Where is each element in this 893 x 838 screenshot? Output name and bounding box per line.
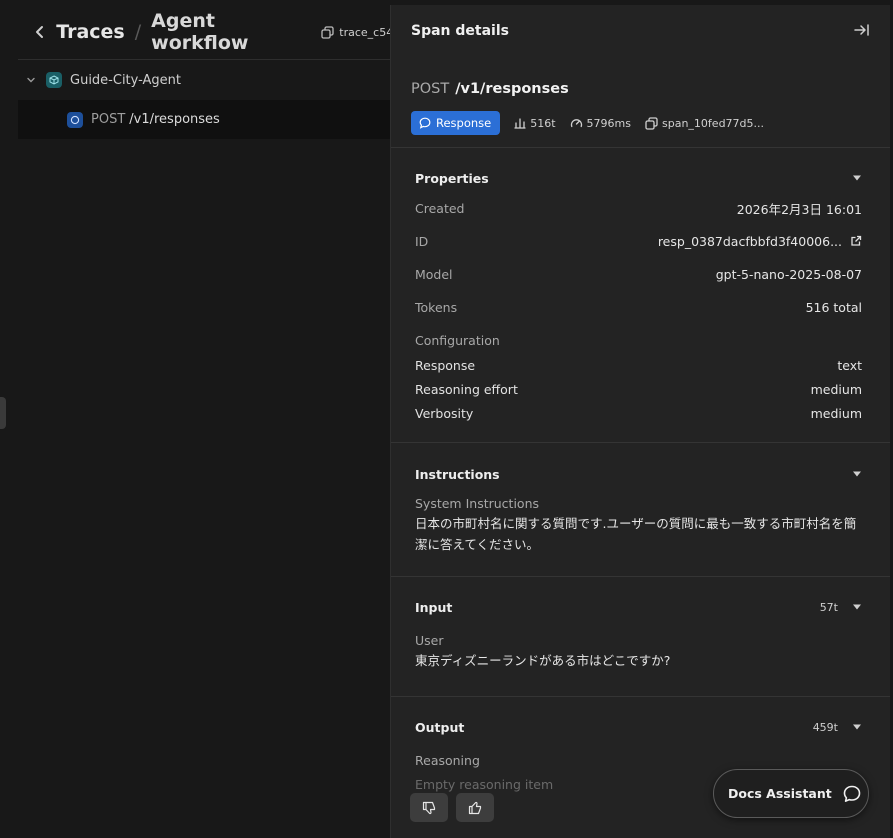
reasoning-effort-label: Reasoning effort <box>415 381 518 397</box>
chevron-left-icon <box>33 25 47 39</box>
input-heading: Input <box>415 599 453 615</box>
agent-label: Guide-City-Agent <box>70 72 182 88</box>
collapse-panel-icon[interactable] <box>854 23 870 37</box>
bar-chart-icon <box>514 118 526 129</box>
reasoning-effort-row: Reasoning effort medium <box>415 379 862 399</box>
properties-section-header[interactable]: Properties <box>415 168 862 188</box>
external-link-icon[interactable] <box>850 235 862 247</box>
chevron-down-icon[interactable] <box>26 75 40 85</box>
thumbs-down-button[interactable] <box>410 793 448 822</box>
response-chat-icon <box>67 111 83 128</box>
caret-down-icon[interactable] <box>852 174 862 182</box>
caret-down-icon[interactable] <box>852 470 862 478</box>
response-format-label: Response <box>415 357 476 373</box>
trace-tree-pane: Traces / Agent workflow trace_c54e Guide… <box>0 0 400 838</box>
span-details-panel: Span details POST/v1/responses Response … <box>390 5 890 838</box>
created-value: 2026年2月3日 16:01 <box>736 201 862 217</box>
configuration-label: Configuration <box>415 332 500 348</box>
divider <box>391 576 890 577</box>
span-title: POST/v1/responses <box>411 81 569 97</box>
tokens-row: Tokens 516 total <box>415 297 862 317</box>
copy-icon <box>645 116 658 130</box>
tokens-meta-value: 516t <box>530 116 556 130</box>
divider <box>391 696 890 697</box>
span-title-path: /v1/responses <box>455 81 569 97</box>
span-path: /v1/responses <box>129 112 220 127</box>
created-label: Created <box>415 200 465 216</box>
gauge-icon <box>570 119 582 128</box>
system-instructions-text: 日本の市町村名に関する質問です.ユーザーの質問に最も一致する市町村名を簡潔に答え… <box>415 516 857 552</box>
model-row: Model gpt-5-nano-2025-08-07 <box>415 264 862 284</box>
input-token-count: 57t <box>819 600 838 614</box>
duration-meta-value: 5796ms <box>586 116 631 130</box>
reasoning-label: Reasoning <box>415 753 480 768</box>
reasoning-text: Empty reasoning item <box>415 777 554 792</box>
thumbs-up-icon <box>468 801 482 815</box>
thumbs-up-button[interactable] <box>456 793 494 822</box>
response-badge[interactable]: Response <box>411 111 501 135</box>
divider <box>391 442 890 443</box>
id-label: ID <box>415 233 429 249</box>
breadcrumb-separator: / <box>134 21 142 43</box>
tokens-label: Tokens <box>415 299 458 315</box>
span-id[interactable]: span_10fed77d5... <box>645 117 764 130</box>
docs-assistant-button[interactable]: Docs Assistant <box>713 769 869 818</box>
created-row: Created 2026年2月3日 16:01 <box>415 198 862 218</box>
tokens-value: 516 total <box>805 299 862 315</box>
back-button[interactable] <box>30 21 50 43</box>
span-id-value: span_10fed77d5... <box>662 116 765 130</box>
reasoning-effort-value: medium <box>810 381 862 397</box>
response-format-value: text <box>837 357 862 373</box>
model-label: Model <box>415 266 453 282</box>
id-value[interactable]: resp_0387dacfbbfd3f40006... <box>658 234 842 249</box>
caret-down-icon[interactable] <box>852 723 862 731</box>
docs-assistant-label: Docs Assistant <box>728 786 832 801</box>
span-title-method: POST <box>411 81 450 97</box>
id-row: ID resp_0387dacfbbfd3f40006... <box>415 231 862 251</box>
response-format-row: Response text <box>415 355 862 375</box>
span-meta-row: Response 516t 5796ms span_10fed77d5... <box>411 111 764 135</box>
output-token-count: 459t <box>812 720 838 734</box>
output-heading: Output <box>415 719 465 735</box>
chat-icon <box>419 117 431 129</box>
instructions-section-header[interactable]: Instructions <box>415 464 862 484</box>
input-role-label: User <box>415 633 444 648</box>
verbosity-row: Verbosity medium <box>415 403 862 423</box>
caret-down-icon[interactable] <box>852 603 862 611</box>
output-section-header[interactable]: Output 459t <box>415 717 862 737</box>
tokens-meta: 516t <box>514 116 556 130</box>
panel-title: Span details <box>411 23 509 39</box>
duration-meta: 5796ms <box>570 117 631 130</box>
verbosity-value: medium <box>810 405 862 421</box>
copy-icon[interactable] <box>321 25 334 39</box>
panel-header: Span details <box>391 5 890 60</box>
resize-handle[interactable] <box>0 397 6 429</box>
header-divider <box>18 59 398 60</box>
chat-bubble-icon <box>842 784 862 804</box>
agent-cube-icon <box>46 72 62 88</box>
instructions-heading: Instructions <box>415 466 500 482</box>
breadcrumb: Traces / Agent workflow trace_c54e <box>30 10 400 54</box>
properties-heading: Properties <box>415 170 489 186</box>
input-section-header[interactable]: Input 57t <box>415 597 862 617</box>
divider <box>391 147 890 148</box>
response-badge-label: Response <box>436 116 492 130</box>
breadcrumb-traces-link[interactable]: Traces <box>56 21 125 43</box>
breadcrumb-workflow: Agent workflow <box>151 10 249 54</box>
span-method: POST <box>91 112 126 127</box>
thumbs-down-icon <box>422 801 436 815</box>
system-instructions-label: System Instructions <box>415 496 539 511</box>
input-message-text: 東京ディズニーランドがある市はどこですか? <box>415 653 671 668</box>
verbosity-label: Verbosity <box>415 405 474 421</box>
tree-item-response-span[interactable]: POST /v1/responses <box>18 100 398 139</box>
tree-item-agent[interactable]: Guide-City-Agent <box>26 68 181 92</box>
model-value: gpt-5-nano-2025-08-07 <box>715 266 862 282</box>
configuration-row: Configuration <box>415 330 862 350</box>
